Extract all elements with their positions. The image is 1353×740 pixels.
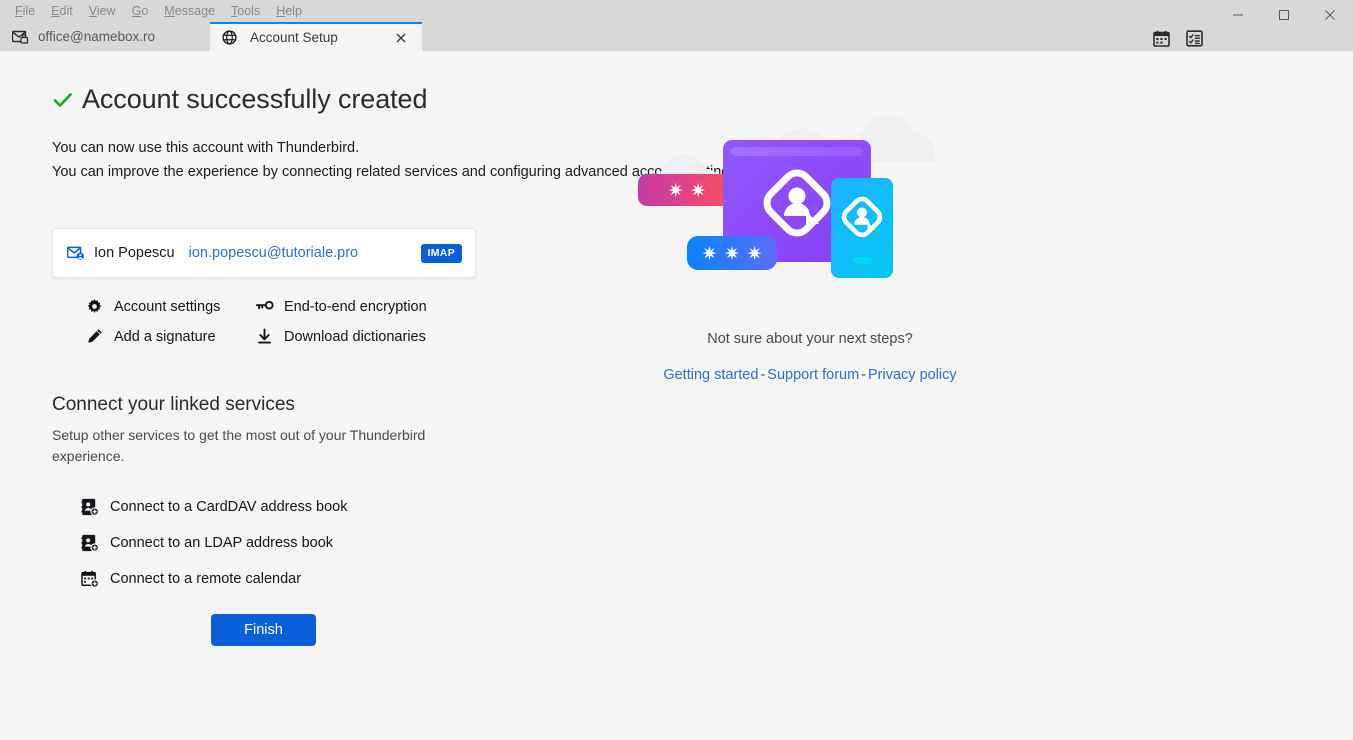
tab-label: office@namebox.ro: [38, 29, 156, 44]
tab-label: Account Setup: [250, 30, 338, 45]
service-ldap-address-book[interactable]: Connect to an LDAP address book: [80, 525, 612, 561]
tab-mail-account[interactable]: office@namebox.ro: [0, 22, 210, 51]
calendar-add-icon: [80, 570, 100, 588]
menu-item-help[interactable]: Help: [269, 3, 309, 19]
menu-item-view[interactable]: View: [82, 3, 123, 19]
action-label: End-to-end encryption: [284, 298, 427, 315]
service-label: Connect to a remote calendar: [110, 571, 302, 587]
linked-services-title: Connect your linked services: [52, 394, 295, 415]
action-add-signature[interactable]: Add a signature: [85, 328, 255, 345]
next-steps-text: Not sure about your next steps?: [707, 331, 913, 347]
setup-aside-column: ✷ ✷ ✷ ✷ ✷ Not sure about your next steps…: [600, 84, 1020, 383]
download-icon: [255, 328, 274, 345]
check-icon: [52, 89, 73, 110]
linked-services-description: Setup other services to get the most out…: [52, 427, 426, 464]
finish-button-wrap: Finish: [211, 614, 612, 646]
action-label: Account settings: [114, 298, 221, 315]
link-getting-started[interactable]: Getting started: [663, 367, 758, 383]
account-sync-illustration: ✷ ✷ ✷ ✷ ✷: [625, 84, 995, 314]
link-separator-2: -: [861, 367, 867, 383]
menu-item-tools[interactable]: Tools: [224, 3, 267, 19]
mail-account-icon: [67, 246, 85, 261]
account-summary-card[interactable]: Ion Popescu ion.popescu@tutoriale.pro IM…: [52, 228, 476, 278]
finish-button[interactable]: Finish: [211, 614, 316, 646]
account-email: ion.popescu@tutoriale.pro: [188, 245, 359, 261]
action-label: Download dictionaries: [284, 328, 426, 345]
tabbar-quick-icons: [1153, 30, 1203, 47]
account-setup-page: Account successfully created You can now…: [0, 51, 1353, 740]
service-remote-calendar[interactable]: Connect to a remote calendar: [80, 561, 612, 597]
menu-bar: File Edit View Go Message Tools Help: [0, 3, 309, 19]
action-label: Add a signature: [114, 328, 216, 345]
page-title: Account successfully created: [82, 84, 428, 114]
menu-item-edit[interactable]: Edit: [44, 3, 80, 19]
mail-lock-icon: [12, 30, 29, 44]
menu-item-message[interactable]: Message: [157, 3, 222, 19]
link-privacy-policy[interactable]: Privacy policy: [868, 367, 957, 383]
subtitle-line-1: You can now use this account with Thunde…: [52, 140, 360, 156]
calendar-icon[interactable]: [1153, 30, 1170, 47]
pencil-icon: [85, 328, 104, 345]
action-download-dictionaries[interactable]: Download dictionaries: [255, 328, 612, 345]
tasks-icon[interactable]: [1186, 30, 1203, 47]
menu-item-file[interactable]: File: [8, 3, 42, 19]
address-book-add-icon: [80, 498, 100, 516]
protocol-badge: IMAP: [420, 243, 462, 263]
subtitle-line-2: You can improve the experience by connec…: [52, 164, 741, 180]
help-links: Getting started - Support forum - Privacy po…: [600, 367, 1020, 383]
title-bar: File Edit View Go Message Tools Help: [0, 0, 1353, 22]
linked-services-list: Connect to a CardDAV address book Connec…: [80, 489, 612, 597]
address-book-add-icon: [80, 534, 100, 552]
action-account-settings[interactable]: Account settings: [85, 298, 255, 315]
page-title-row: Account successfully created: [52, 84, 612, 115]
key-icon: [255, 300, 274, 313]
service-label: Connect to an LDAP address book: [110, 535, 334, 551]
setup-main-column: Account successfully created You can now…: [52, 84, 741, 646]
service-label: Connect to a CardDAV address book: [110, 499, 348, 515]
gear-icon: [85, 298, 104, 315]
globe-icon: [222, 30, 237, 45]
account-name: Ion Popescu: [94, 245, 175, 261]
account-actions-grid: Account settings End-to-end encryption A…: [85, 298, 612, 345]
link-separator-1: -: [760, 367, 766, 383]
action-end-to-end-encryption[interactable]: End-to-end encryption: [255, 298, 612, 315]
tab-account-setup[interactable]: Account Setup: [210, 22, 422, 51]
svg-text:✷ ✷: ✷ ✷: [668, 180, 707, 202]
link-support-forum[interactable]: Support forum: [767, 367, 859, 383]
menu-item-go[interactable]: Go: [125, 3, 156, 19]
service-carddav-address-book[interactable]: Connect to a CardDAV address book: [80, 489, 612, 525]
tab-close-icon[interactable]: [392, 29, 410, 47]
tab-bar: office@namebox.ro Account Setup: [0, 22, 1353, 51]
svg-text:✷ ✷ ✷: ✷ ✷ ✷: [702, 243, 763, 265]
